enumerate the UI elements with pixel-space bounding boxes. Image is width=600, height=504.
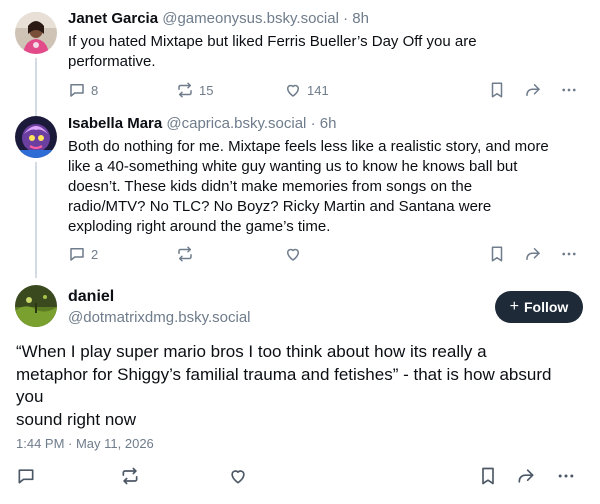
heart-icon	[287, 248, 299, 261]
reply-icon	[70, 248, 84, 261]
repost-icon	[122, 467, 138, 485]
author-name[interactable]: Janet Garcia	[68, 10, 158, 27]
reply-count: 2	[91, 246, 99, 262]
avatar[interactable]	[15, 116, 57, 158]
post-header: Isabella Mara @caprica.bsky.social · 6h	[68, 114, 336, 134]
share-button[interactable]	[524, 243, 542, 265]
heart-icon	[287, 84, 299, 97]
plus-icon: +	[509, 298, 519, 315]
post-isabella[interactable]: Isabella Mara @caprica.bsky.social · 6h …	[0, 104, 600, 278]
post-text: If you hated Mixtape but liked Ferris Bu…	[68, 32, 568, 72]
post-text-line: radio/MTV? No TLC? No Boyz? Ricky Martin…	[68, 198, 492, 215]
share-icon	[526, 248, 540, 260]
post-text-line: exploding right around the game’s time.	[68, 218, 331, 235]
more-button[interactable]	[556, 465, 576, 487]
avatar[interactable]	[15, 12, 57, 54]
post-janet[interactable]: Janet Garcia @gameonysus.bsky.social · 8…	[0, 0, 600, 110]
more-icon	[562, 252, 576, 256]
bookmark-icon	[491, 246, 503, 262]
more-button[interactable]	[560, 243, 578, 265]
repost-button[interactable]: 15	[176, 79, 213, 101]
main-post-text: “When I play super mario bros I too thin…	[16, 342, 552, 429]
heart-icon	[231, 470, 245, 484]
post-text-line: performative.	[68, 53, 156, 70]
thread-line	[35, 58, 37, 110]
post-header: Janet Garcia @gameonysus.bsky.social · 8…	[68, 9, 369, 29]
author-handle[interactable]: @gameonysus.bsky.social	[162, 10, 339, 27]
main-post-timestamp[interactable]: 1:44 PM · May 11, 2026	[16, 436, 154, 451]
avatar[interactable]	[15, 285, 57, 327]
repost-icon	[178, 246, 192, 262]
share-icon	[526, 84, 540, 96]
like-button[interactable]: 141	[284, 79, 329, 101]
repost-count: 15	[199, 82, 214, 98]
share-button[interactable]	[516, 465, 536, 487]
author-handle[interactable]: @caprica.bsky.social	[166, 115, 306, 132]
post-time[interactable]: 8h	[352, 10, 369, 27]
reply-button[interactable]: 2	[68, 243, 98, 265]
follow-label: Follow	[524, 299, 569, 315]
more-icon	[562, 88, 576, 92]
main-post-actions	[16, 465, 584, 489]
reply-icon	[70, 84, 84, 97]
bookmark-button[interactable]	[488, 79, 506, 101]
share-button[interactable]	[524, 79, 542, 101]
bookmark-icon	[491, 82, 503, 98]
follow-button[interactable]: + Follow	[495, 291, 583, 323]
post-actions: 8 15 141	[68, 79, 586, 101]
like-button[interactable]	[228, 465, 248, 487]
post-text-line: If you hated Mixtape but liked Ferris Bu…	[68, 33, 477, 50]
thread-line	[35, 104, 37, 116]
author-name[interactable]: Isabella Mara	[68, 115, 162, 132]
more-button[interactable]	[560, 79, 578, 101]
bookmark-button[interactable]	[488, 243, 506, 265]
repost-button[interactable]	[176, 243, 194, 265]
reply-count: 8	[91, 82, 99, 98]
post-text: Both do nothing for me. Mixtape feels le…	[68, 137, 568, 237]
more-icon	[558, 474, 574, 478]
reply-button[interactable]: 8	[68, 79, 98, 101]
post-time[interactable]: 6h	[320, 115, 337, 132]
reply-button[interactable]	[16, 465, 36, 487]
repost-button[interactable]	[120, 465, 140, 487]
post-text-line: doesn’t. These kids didn’t make memories…	[68, 178, 473, 195]
main-author-name[interactable]: daniel	[68, 287, 114, 307]
separator: ·	[343, 10, 349, 27]
repost-icon	[178, 82, 192, 98]
main-author-handle[interactable]: @dotmatrixdmg.bsky.social	[68, 308, 251, 328]
separator: ·	[310, 115, 316, 132]
post-actions: 2	[68, 243, 586, 265]
post-text-line: like a 40-something white guy wanting us…	[68, 158, 518, 175]
post-text-line: Both do nothing for me. Mixtape feels le…	[68, 138, 549, 155]
bookmark-icon	[482, 467, 494, 485]
thread-line	[35, 162, 37, 278]
bookmark-button[interactable]	[478, 465, 498, 487]
reply-icon	[18, 469, 34, 484]
like-count: 141	[307, 82, 329, 98]
share-icon	[518, 469, 534, 483]
like-button[interactable]	[284, 243, 302, 265]
